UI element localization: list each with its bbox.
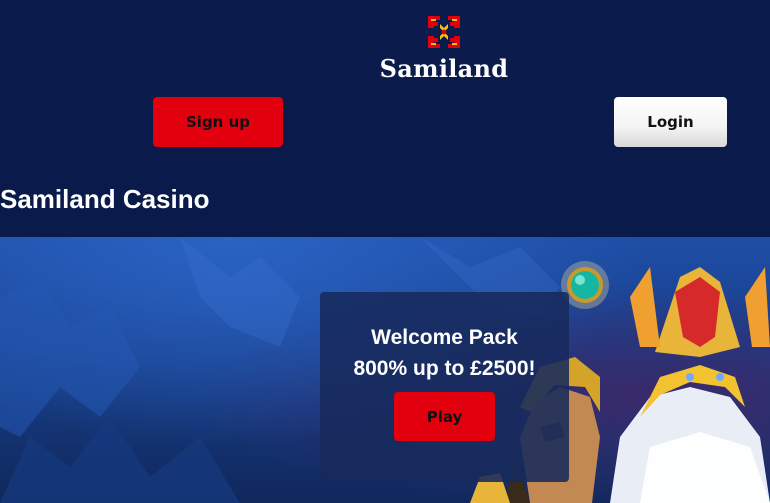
promo-line-2: 800% up to £2500! <box>353 357 536 380</box>
promo-panel: Welcome Pack 800% up to £2500! Play <box>320 292 569 482</box>
page-title: Samiland Casino <box>0 184 210 214</box>
samiland-logo-icon[interactable] <box>424 12 464 52</box>
hero-banner: Welcome Pack 800% up to £2500! Play <box>0 237 770 503</box>
login-button[interactable]: Login <box>614 97 727 147</box>
play-button[interactable]: Play <box>394 392 495 441</box>
promo-line-1: Welcome Pack <box>371 326 518 349</box>
signup-button[interactable]: Sign up <box>153 97 283 147</box>
promo-headline: Welcome Pack 800% up to £2500! <box>320 322 569 384</box>
logo-wordmark[interactable]: Samiland <box>348 54 540 83</box>
site-header: Samiland Sign up Login Samiland Casino <box>0 0 770 237</box>
